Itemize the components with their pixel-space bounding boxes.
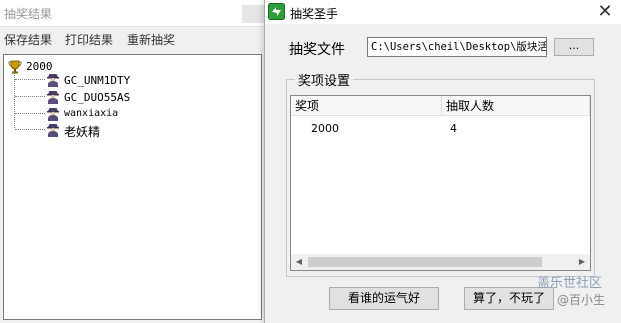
prize-settings-legend: 奖项设置 [295, 70, 354, 89]
horizontal-scrollbar[interactable]: ◀ ▶ [291, 254, 590, 270]
titlebar-button[interactable] [242, 5, 264, 23]
tree-connector [15, 113, 45, 114]
tree-connector [15, 129, 45, 130]
column-header-prize[interactable]: 奖项 [291, 96, 442, 116]
scrollbar-thumb[interactable] [308, 257, 542, 267]
results-titlebar[interactable]: 抽奖结果 [0, 0, 268, 27]
tree-child-label[interactable]: wanxiaxia [64, 108, 118, 119]
tree-child-label[interactable]: 老妖精 [64, 123, 100, 140]
file-path-field[interactable]: C:\Users\cheil\Desktop\版块活 [367, 37, 547, 57]
scroll-left-icon[interactable]: ◀ [291, 254, 307, 270]
trophy-icon [7, 59, 23, 75]
prize-settings-group: 奖项设置 奖项 抽取人数 2000 4 ◀ ▶ [286, 70, 595, 277]
prize-list[interactable]: 奖项 抽取人数 2000 4 ◀ ▶ [290, 95, 591, 271]
start-draw-button[interactable]: 看谁的运气好 [329, 287, 439, 310]
menu-redraw[interactable]: 重新抽奖 [127, 31, 175, 48]
tree-connector [15, 96, 45, 97]
tree-connector [15, 79, 45, 80]
spy-person-icon [46, 72, 60, 87]
tree-connector [14, 72, 15, 128]
spy-person-icon [46, 89, 60, 104]
dialog-titlebar[interactable]: 抽奖圣手 ✕ [265, 0, 621, 24]
tree-child-label[interactable]: GC_UNM1DTY [64, 74, 130, 87]
scroll-right-icon[interactable]: ▶ [574, 254, 590, 270]
dialog-title: 抽奖圣手 [290, 7, 339, 21]
results-window-title: 抽奖结果 [4, 7, 53, 21]
browse-button[interactable]: ... [554, 38, 594, 56]
menu-save-results[interactable]: 保存结果 [4, 31, 52, 48]
results-window: 抽奖结果 保存结果 打印结果 重新抽奖 2000 GC_UNM1DTY GC_D… [0, 0, 268, 323]
results-menubar: 保存结果 打印结果 重新抽奖 [0, 28, 268, 50]
file-label: 抽奖文件 [289, 42, 345, 58]
lottery-dialog: 抽奖圣手 ✕ 抽奖文件 C:\Users\cheil\Desktop\版块活 .… [264, 0, 621, 323]
count-cell[interactable]: 4 [450, 122, 457, 135]
app-icon [268, 3, 285, 20]
menu-print-results[interactable]: 打印结果 [65, 31, 113, 48]
spy-person-icon [46, 122, 60, 137]
watermark-author: @百小生 [557, 293, 606, 307]
prize-cell[interactable]: 2000 [311, 122, 339, 135]
watermark: 盖乐世社区 @百小生 [537, 270, 621, 320]
spy-person-icon [46, 106, 60, 121]
tree-child-label[interactable]: GC_DUO55AS [64, 91, 130, 104]
results-tree[interactable]: 2000 GC_UNM1DTY GC_DUO55AS wanxiaxia 老妖精 [3, 54, 262, 320]
close-icon[interactable]: ✕ [593, 1, 617, 23]
column-header-count[interactable]: 抽取人数 [442, 96, 590, 116]
watermark-site: 盖乐世社区 [537, 276, 603, 291]
